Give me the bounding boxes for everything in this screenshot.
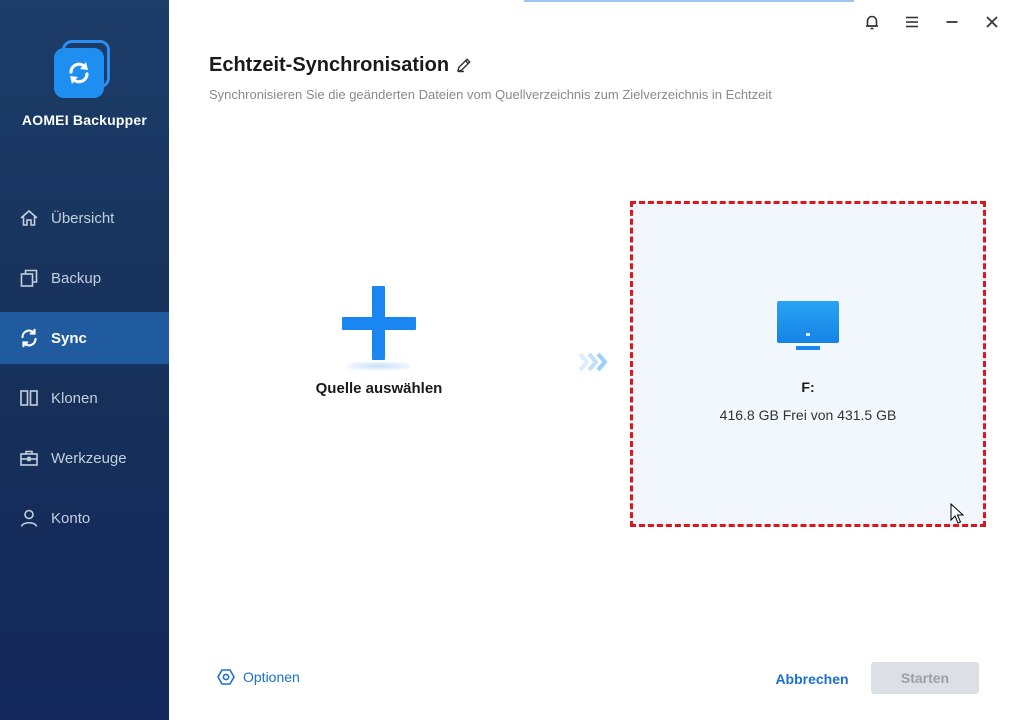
drive-letter: F: [801, 379, 815, 395]
select-source-button[interactable]: Quelle auswählen [288, 280, 470, 430]
sidebar-item-label: Konto [51, 509, 91, 527]
clone-icon [19, 388, 39, 408]
top-accent-strip [524, 0, 854, 2]
logo-icon [53, 38, 116, 100]
menu-button[interactable] [892, 8, 932, 36]
copy-icon [19, 268, 39, 288]
edit-title-button[interactable] [455, 56, 473, 74]
sidebar-nav: Übersicht Backup Sync Klonen Werkzeuge K… [0, 192, 169, 552]
sync-icon [19, 328, 39, 348]
options-label: Optionen [243, 669, 300, 685]
chevrons-right-icon [578, 352, 607, 372]
pencil-icon [457, 58, 471, 73]
toolbox-icon [19, 448, 39, 468]
minimize-icon [946, 21, 958, 23]
destination-drive-card[interactable]: F: 416.8 GB Frei von 431.5 GB [630, 201, 986, 527]
sidebar-item-uebersicht[interactable]: Übersicht [0, 192, 169, 244]
start-button[interactable]: Starten [871, 662, 979, 694]
close-icon [986, 16, 998, 28]
sidebar-item-klonen[interactable]: Klonen [0, 372, 169, 424]
source-label: Quelle auswählen [315, 380, 443, 397]
sidebar-item-label: Werkzeuge [51, 449, 127, 467]
sidebar-item-label: Backup [51, 269, 102, 287]
minimize-button[interactable] [932, 8, 972, 36]
app-logo: AOMEI Backupper [0, 38, 169, 128]
monitor-icon [777, 301, 839, 357]
app-name: AOMEI Backupper [21, 112, 148, 128]
sidebar-item-label: Klonen [51, 389, 98, 407]
notification-bell-button[interactable] [852, 8, 892, 36]
bell-icon [866, 15, 878, 30]
drive-free-space: 416.8 GB Frei von 431.5 GB [719, 407, 897, 423]
plus-icon [342, 286, 416, 370]
sidebar: AOMEI Backupper Übersicht Backup Sync Kl… [0, 0, 169, 720]
options-button[interactable]: Optionen [217, 668, 300, 686]
sidebar-item-konto[interactable]: Konto [0, 492, 169, 544]
cancel-button[interactable]: Abbrechen [764, 664, 860, 694]
close-button[interactable] [972, 8, 1012, 36]
sidebar-item-werkzeuge[interactable]: Werkzeuge [0, 432, 169, 484]
sidebar-item-backup[interactable]: Backup [0, 252, 169, 304]
sidebar-item-label: Übersicht [51, 209, 115, 227]
user-icon [19, 508, 39, 528]
window-controls [852, 8, 1012, 36]
page-title: Echtzeit-Synchronisation [209, 54, 450, 76]
mouse-cursor-icon [950, 503, 964, 524]
sidebar-item-label: Sync [51, 329, 87, 347]
settings-hexagon-icon [217, 669, 235, 685]
page-subtitle: Synchronisieren Sie die geänderten Datei… [209, 87, 772, 102]
sidebar-item-sync[interactable]: Sync [0, 312, 169, 364]
hamburger-menu-icon [906, 16, 918, 28]
home-icon [19, 208, 39, 228]
